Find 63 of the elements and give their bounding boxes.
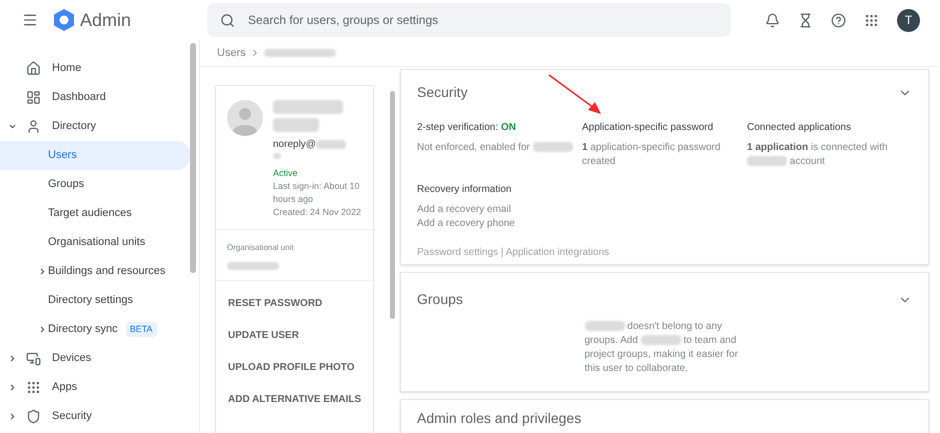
section-text: Not enforced, enabled for	[417, 141, 574, 155]
created-date-text: Created: 24 Nov 2022	[273, 206, 362, 219]
apps-grid-icon[interactable]	[864, 12, 879, 28]
sidebar-item[interactable]: Organisational units	[0, 228, 191, 257]
section-text: 1 application-specific password created	[582, 141, 722, 169]
apps-grid-icon	[26, 380, 40, 395]
groups-message: doesn't belong to any groups. Add to team and project groups, making it easier for this user to collaborate.	[584, 320, 739, 376]
breadcrumb-link[interactable]: Users	[217, 44, 246, 62]
action-link[interactable]: UPLOAD PROFILE PHOTO	[216, 351, 373, 383]
org-unit-label: Organisational unit	[227, 242, 295, 254]
search-icon	[220, 13, 236, 28]
account-avatar[interactable]: T	[897, 8, 920, 32]
redacted-block	[273, 118, 319, 132]
home-icon	[26, 61, 40, 76]
section-heading: Connected applications	[747, 121, 852, 135]
sidebar-item[interactable]: Home	[0, 54, 191, 83]
caret-down-icon[interactable]	[8, 122, 18, 131]
shield-icon	[26, 409, 40, 424]
menu-icon[interactable]	[22, 12, 38, 28]
redacted-block	[227, 262, 279, 270]
sidebar-item[interactable]: Groups	[0, 170, 191, 199]
sidebar-item[interactable]: Users	[0, 141, 191, 170]
redacted-block	[273, 153, 281, 159]
avatar-silhouette-icon	[227, 100, 263, 136]
recovery-link[interactable]: Add a recovery phone	[417, 217, 515, 231]
sidebar-item[interactable]: Devices	[0, 344, 191, 373]
scrollbar-thumb[interactable]	[190, 43, 196, 273]
sidebar-item[interactable]: Directory sync BETA	[0, 315, 191, 344]
hexagon-logo-icon	[52, 8, 76, 32]
redacted-block	[316, 140, 346, 149]
card-title: Admin roles and privileges	[417, 410, 582, 426]
section-text: 1 application is connected with account	[747, 141, 889, 169]
status-label: Active	[273, 167, 299, 180]
person-icon	[26, 119, 40, 134]
beta-badge: BETA	[126, 322, 157, 338]
devices-icon	[26, 351, 40, 366]
app-name: Admin	[80, 8, 132, 32]
sidebar-item[interactable]: Directory	[0, 112, 191, 141]
recovery-link[interactable]: Add a recovery email	[417, 203, 511, 217]
sidebar-item[interactable]: Buildings and resources	[0, 257, 191, 286]
annotation-arrow	[548, 74, 604, 116]
user-email: noreply@	[273, 138, 316, 151]
card-title: Security	[417, 83, 468, 102]
section-heading: Recovery information	[417, 183, 512, 197]
help-icon[interactable]	[831, 12, 846, 28]
action-link[interactable]: RESET PASSWORD	[216, 287, 373, 319]
dashboard-icon	[26, 90, 40, 105]
sidebar-item[interactable]: Dashboard	[0, 83, 191, 112]
sidebar-item[interactable]: Apps	[0, 373, 191, 402]
last-signin-text: Last sign-in: About 10 hours ago	[273, 180, 361, 206]
sidebar-item[interactable]: Directory settings	[0, 286, 191, 315]
action-link[interactable]: UPDATE USER	[216, 319, 373, 351]
redacted-block	[273, 100, 343, 114]
section-heading: Application-specific password	[582, 121, 714, 135]
search-field[interactable]: Search for users, groups or settings	[207, 3, 732, 37]
scrollbar-thumb[interactable]	[390, 91, 395, 319]
section-heading: 2-step verification: ON	[417, 121, 517, 135]
sidebar-item[interactable]: Target audiences	[0, 199, 191, 228]
action-link[interactable]: ADD ALTERNATIVE EMAILS	[216, 383, 373, 415]
notifications-icon[interactable]	[765, 12, 780, 28]
card-title: Groups	[417, 290, 463, 309]
sidebar-item[interactable]: Security	[0, 402, 191, 431]
hourglass-icon[interactable]	[798, 12, 813, 28]
